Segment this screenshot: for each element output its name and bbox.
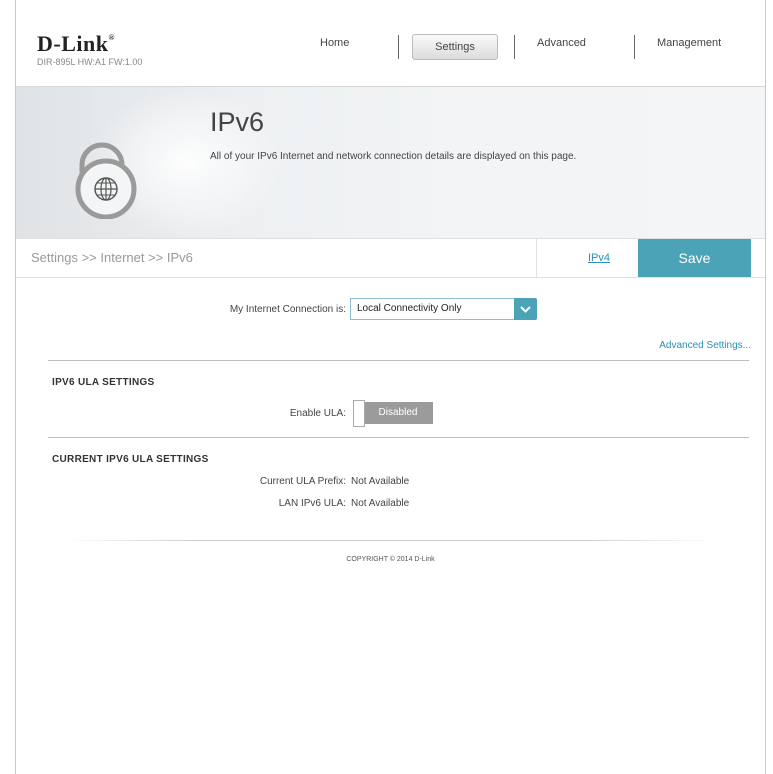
lan-ipv6-ula-label: LAN IPv6 ULA: <box>278 498 346 509</box>
current-ula-prefix-label: Current ULA Prefix: <box>259 476 346 487</box>
dlink-logo: D-Link® <box>37 31 115 56</box>
nav-home[interactable]: Home <box>320 37 349 49</box>
current-ula-heading: CURRENT IPV6 ULA SETTINGS <box>52 454 209 465</box>
breadcrumb-bar: Settings >> Internet >> IPv6 IPv4 Save <box>16 238 765 278</box>
top-bar: D-Link® DIR-895L HW:A1 FW:1.00 Home Sett… <box>16 0 765 85</box>
chevron-down-icon <box>520 306 531 313</box>
nav-management[interactable]: Management <box>657 37 721 49</box>
nav-divider <box>634 35 635 59</box>
connection-type-value[interactable]: Local Connectivity Only <box>350 298 515 320</box>
dropdown-button[interactable] <box>514 298 537 320</box>
router-ui-frame: D-Link® DIR-895L HW:A1 FW:1.00 Home Sett… <box>15 0 766 774</box>
ula-settings-heading: IPV6 ULA SETTINGS <box>52 377 155 388</box>
divider <box>48 437 749 438</box>
toggle-knob[interactable] <box>353 400 365 427</box>
enable-ula-label: Enable ULA: <box>289 408 346 419</box>
nav-divider <box>398 35 399 59</box>
breadcrumb: Settings >> Internet >> IPv6 <box>31 250 193 265</box>
save-button[interactable]: Save <box>638 239 751 277</box>
connection-type-label: My Internet Connection is: <box>229 304 346 315</box>
nav-settings[interactable]: Settings <box>412 34 498 60</box>
divider <box>48 360 749 361</box>
page-description: All of your IPv6 Internet and network co… <box>210 151 577 162</box>
page-title: IPv6 <box>210 107 265 137</box>
nav-advanced[interactable]: Advanced <box>537 37 586 49</box>
current-ula-prefix-value: Not Available <box>351 476 410 487</box>
enable-ula-toggle[interactable]: Disabled <box>353 400 435 427</box>
copyright-text: COPYRIGHT © 2014 D-Link <box>346 556 435 563</box>
connection-type-select[interactable]: Local Connectivity Only <box>350 298 537 320</box>
nav-divider <box>514 35 515 59</box>
page-banner: IPv6 All of your IPv6 Internet and netwo… <box>16 86 765 239</box>
advanced-settings-link[interactable]: Advanced Settings... <box>659 340 751 351</box>
lan-ipv6-ula-value: Not Available <box>351 498 410 509</box>
device-info: DIR-895L HW:A1 FW:1.00 <box>37 57 143 67</box>
footer-divider <box>64 540 716 541</box>
enable-ula-state[interactable]: Disabled <box>363 402 433 424</box>
ipv6-lock-globe-icon <box>75 142 137 219</box>
